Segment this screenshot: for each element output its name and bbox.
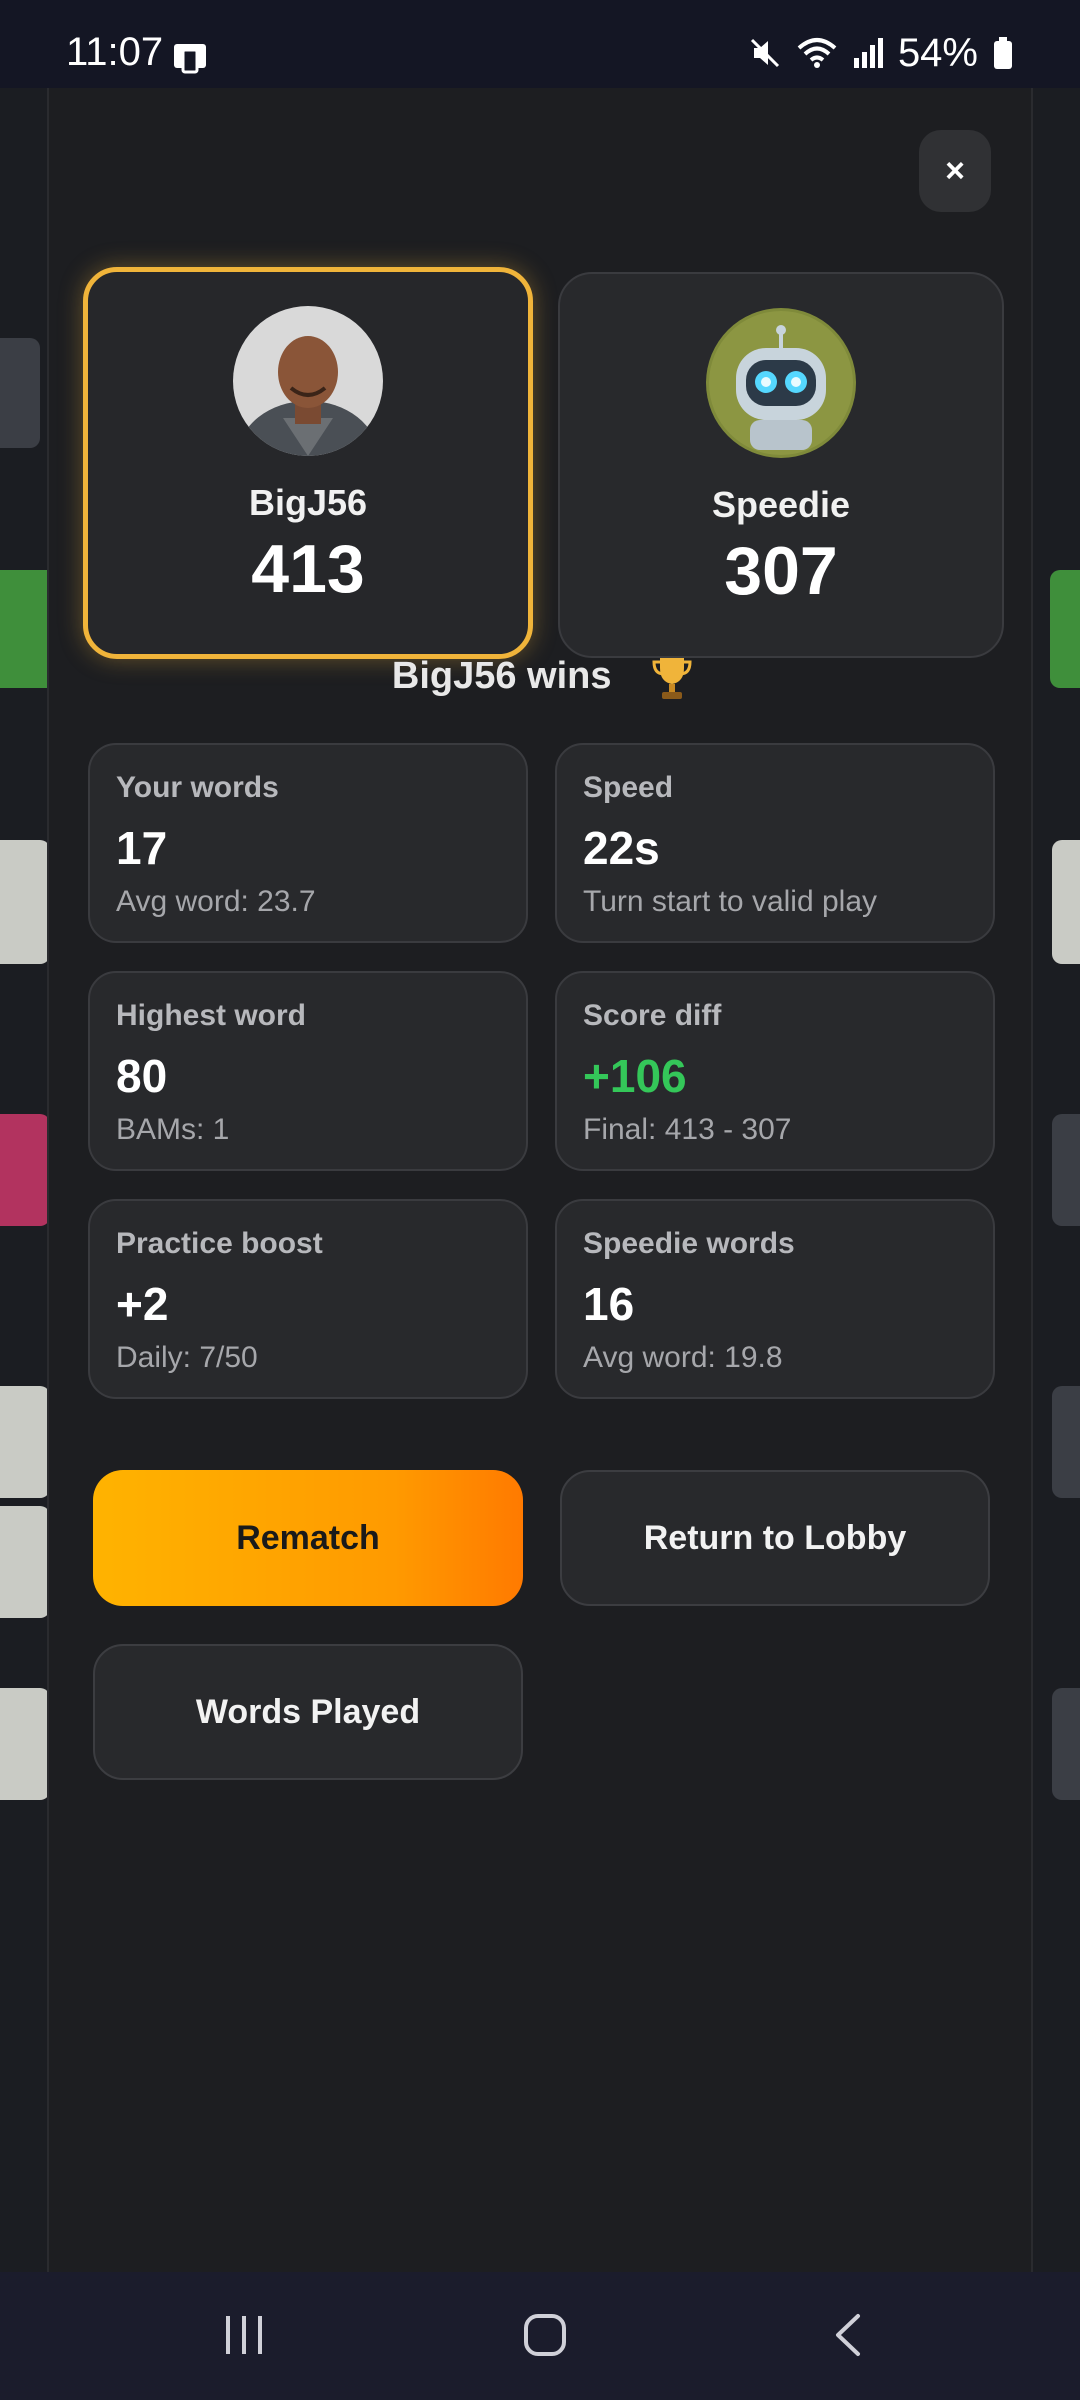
player-card-speedie: Speedie 307 [558,272,1004,658]
device-icon [174,44,206,74]
stat-value: 22s [583,822,660,874]
stat-value: 16 [583,1278,635,1330]
stat-label: Highest word [116,999,307,1032]
player-card-bigj56: BigJ56 413 [83,267,533,659]
avatar [706,308,856,458]
status-bar: 11:07 54% [0,0,1080,88]
status-time: 11:07 [66,30,164,74]
stat-sub: Final: 413 - 307 [583,1113,792,1146]
stat-card-speedie-words: Speedie words 16 Avg word: 19.8 [555,1199,995,1399]
stat-card-score-diff: Score diff +106 Final: 413 - 307 [555,971,995,1171]
stat-card-practice-boost: Practice boost +2 Daily: 7/50 [88,1199,528,1399]
rematch-label: Rematch [236,1518,380,1557]
player-score: 413 [251,531,365,607]
stat-value: 17 [116,822,168,874]
stat-label: Your words [116,771,279,804]
stat-label: Practice boost [116,1227,323,1260]
stat-value: +106 [583,1050,687,1102]
status-icons: 54% [748,30,1014,76]
player-name: Speedie [711,484,851,525]
stat-sub: Avg word: 19.8 [583,1341,783,1374]
stat-value: +2 [116,1278,169,1330]
battery-percent: 54% [897,30,978,75]
result-text: BigJ56 wins [391,655,612,698]
trophy-icon [652,658,692,699]
words-played-label: Words Played [195,1692,421,1731]
return-to-lobby-label: Return to Lobby [643,1518,907,1557]
result-banner: BigJ56 wins [49,654,1035,702]
stat-label: Speedie words [583,1227,795,1260]
back-icon[interactable] [830,2312,866,2358]
signal-icon [853,38,883,68]
stat-card-speed: Speed 22s Turn start to valid play [555,743,995,943]
stat-value: 80 [116,1050,168,1102]
avatar [233,306,383,456]
mute-icon [750,38,779,68]
stat-card-your-words: Your words 17 Avg word: 23.7 [88,743,528,943]
battery-icon [994,37,1012,69]
wifi-icon [797,38,837,68]
player-name: BigJ56 [248,482,368,523]
stat-sub: Avg word: 23.7 [116,885,316,918]
system-nav-bar [0,2272,1080,2400]
game-results-modal: × BigJ56 413 Speedie 307 BigJ56 wins You… [47,88,1033,2272]
stat-card-highest-word: Highest word 80 BAMs: 1 [88,971,528,1171]
stat-label: Speed [583,771,674,804]
return-to-lobby-button[interactable]: Return to Lobby [560,1470,990,1606]
close-button[interactable]: × [919,130,991,212]
rematch-button[interactable]: Rematch [93,1470,523,1606]
stat-sub: Daily: 7/50 [116,1341,258,1374]
stat-label: Score diff [583,999,722,1032]
home-icon[interactable] [522,2312,568,2358]
words-played-button[interactable]: Words Played [93,1644,523,1780]
close-icon: × [945,151,965,190]
player-score: 307 [724,533,838,609]
stat-sub: BAMs: 1 [116,1113,230,1146]
recents-icon[interactable] [222,2312,266,2358]
stat-sub: Turn start to valid play [583,885,878,918]
